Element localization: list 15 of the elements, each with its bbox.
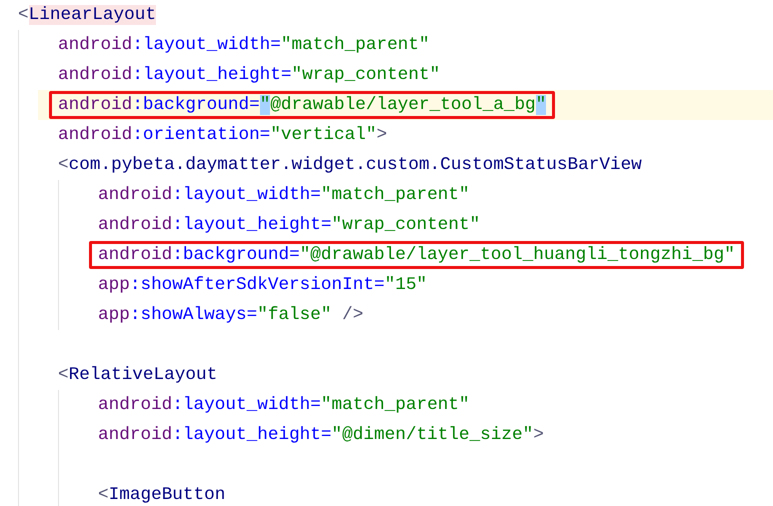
code-line: android:background="@drawable/layer_tool_a_bg"	[58, 95, 546, 115]
code-line: app:showAlways="false" />	[98, 305, 364, 325]
code-line: android:orientation="vertical">	[58, 125, 388, 145]
code-line: <ImageButton	[98, 485, 226, 505]
code-line: <RelativeLayout	[58, 365, 218, 385]
code-line: android:background="@drawable/layer_tool_huangli_tongzhi_bg"	[98, 245, 735, 265]
code-line: android:layout_width="match_parent"	[58, 35, 430, 55]
code-line: <LinearLayout	[18, 5, 156, 25]
code-line: <com.pybeta.daymatter.widget.custom.CustomStatusBarView	[58, 155, 642, 175]
code-line: android:layout_width="match_parent"	[98, 185, 470, 205]
code-line: android:layout_height="wrap_content"	[98, 215, 480, 235]
code-line: app:showAfterSdkVersionInt="15"	[98, 275, 428, 295]
code-line: android:layout_height="@dimen/title_size">	[98, 425, 544, 445]
code-line: android:layout_height="wrap_content"	[58, 65, 440, 85]
code-line: android:layout_width="match_parent"	[98, 395, 470, 415]
